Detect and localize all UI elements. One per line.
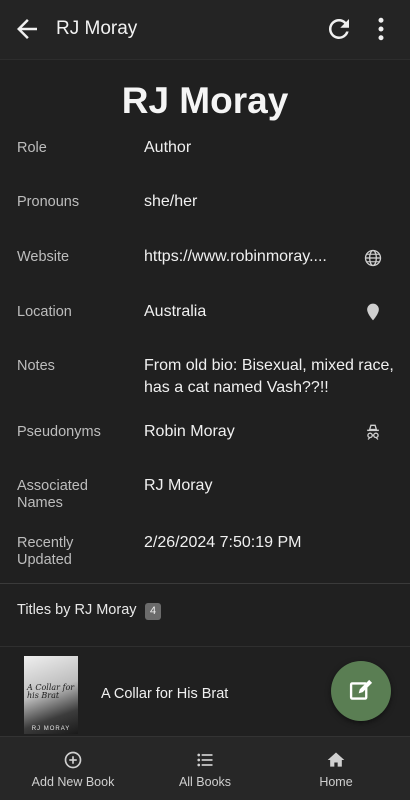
field-value: Author bbox=[144, 139, 192, 156]
field-value: 2/26/2024 7:50:19 PM bbox=[144, 534, 302, 551]
author-name-heading: RJ Moray bbox=[121, 80, 289, 121]
cover-title: A Collar for his Brat bbox=[27, 683, 75, 700]
nav-label: All Books bbox=[178, 775, 232, 789]
field-label: Pronouns bbox=[17, 194, 80, 210]
app-bar: RJ Moray bbox=[0, 0, 410, 60]
field-value: RJ Moray bbox=[144, 477, 213, 494]
globe-icon[interactable] bbox=[363, 248, 383, 268]
section-divider bbox=[0, 583, 410, 584]
edit-icon bbox=[349, 679, 373, 700]
home-icon bbox=[327, 752, 345, 767]
incognito-icon[interactable] bbox=[363, 422, 383, 442]
nav-all-books[interactable]: All Books bbox=[137, 737, 273, 800]
list-icon bbox=[197, 753, 213, 767]
field-label: Pseudonyms bbox=[17, 424, 101, 440]
field-label: Associated Names bbox=[17, 478, 88, 511]
field-label: Role bbox=[17, 140, 47, 156]
edit-fab-button[interactable] bbox=[331, 661, 391, 721]
section-divider bbox=[0, 646, 410, 647]
more-vert-icon[interactable] bbox=[366, 14, 396, 44]
field-label: Website bbox=[17, 249, 70, 265]
field-value: From old bio: Bisexual, mixed race, has … bbox=[144, 357, 394, 396]
app-bar-title: RJ Moray bbox=[56, 18, 138, 39]
field-label: Location bbox=[17, 304, 72, 320]
titles-section-heading: Titles by RJ Moray bbox=[17, 602, 137, 618]
field-value: Australia bbox=[144, 303, 207, 320]
nav-add-new-book[interactable]: Add New Book bbox=[5, 737, 141, 800]
bottom-navigation: Add New Book All Books Home bbox=[0, 736, 410, 800]
nav-home[interactable]: Home bbox=[268, 737, 404, 800]
website-link[interactable]: https://www.robinmoray.... bbox=[144, 246, 344, 268]
titles-count-badge: 4 bbox=[145, 603, 161, 620]
field-label: Recently Updated bbox=[17, 535, 74, 568]
nav-label: Add New Book bbox=[31, 775, 115, 789]
add-circle-icon bbox=[64, 751, 82, 769]
refresh-icon[interactable] bbox=[324, 14, 354, 44]
location-pin-icon[interactable] bbox=[363, 302, 383, 322]
field-value: she/her bbox=[144, 193, 198, 210]
field-value: Robin Moray bbox=[144, 423, 235, 440]
field-label: Notes bbox=[17, 358, 55, 374]
nav-label: Home bbox=[319, 775, 353, 789]
back-arrow-icon[interactable] bbox=[12, 14, 42, 44]
cover-author: RJ MORAY bbox=[31, 726, 71, 732]
book-title[interactable]: A Collar for His Brat bbox=[101, 686, 228, 702]
book-cover[interactable]: A Collar for his Brat RJ MORAY bbox=[24, 656, 78, 734]
